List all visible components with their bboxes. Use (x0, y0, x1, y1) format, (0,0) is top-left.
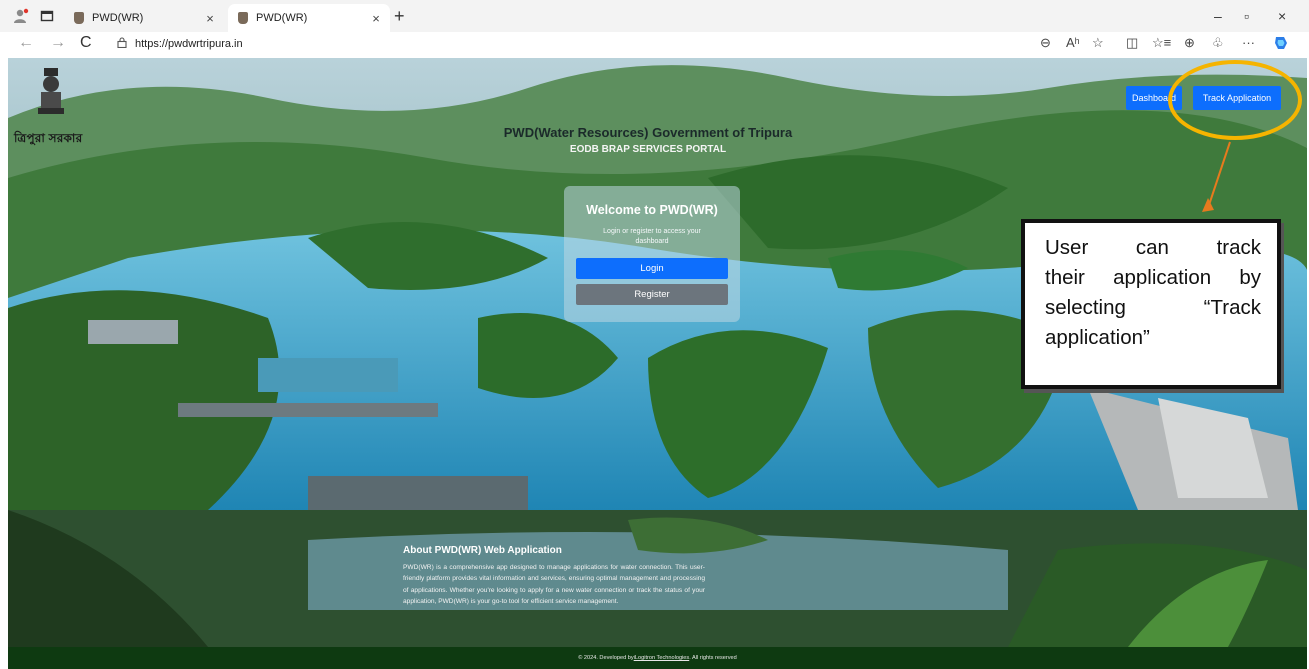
back-button[interactable]: ← (18, 34, 34, 52)
tab-title: PWD(WR) (92, 12, 144, 24)
favorites-list-icon[interactable]: ☆≡ (1152, 35, 1171, 51)
page-footer: © 2024. Developed by iLogitron Technolog… (8, 647, 1307, 669)
callout-line: selecting “Track (1045, 296, 1261, 319)
browser-tab-1[interactable]: PWD(WR) × (64, 4, 224, 32)
welcome-title: Welcome to PWD(WR) (586, 203, 718, 217)
footer-suffix: . All rights reserved (689, 655, 737, 661)
login-button[interactable]: Login (576, 258, 728, 279)
more-icon[interactable]: ··· (1242, 35, 1255, 50)
web-page: ত্রিপুরা সরকার PWD(Water Resources) Gove… (8, 58, 1307, 669)
close-window-button[interactable]: × (1278, 8, 1286, 24)
about-description: PWD(WR) is a comprehensive app designed … (403, 564, 705, 606)
collections-icon[interactable]: ⊕ (1184, 35, 1195, 51)
lock-icon[interactable] (115, 37, 129, 51)
about-section: About PWD(WR) Web Application PWD(WR) is… (8, 510, 1307, 647)
welcome-card: Welcome to PWD(WR) Login or register to … (564, 186, 740, 322)
browser-tab-bar: PWD(WR) × PWD(WR) × + – ▫ × (0, 0, 1309, 32)
developer-link[interactable]: iLogitron Technologies (634, 655, 690, 661)
tab-actions-icon[interactable] (38, 7, 56, 25)
url-field[interactable]: https://pwdwrtripura.in (105, 34, 1025, 54)
government-emblem-icon (16, 64, 88, 134)
close-icon[interactable]: × (202, 11, 218, 26)
forward-button[interactable]: → (50, 34, 66, 52)
callout-line: application” (1045, 326, 1150, 349)
read-aloud-icon[interactable]: Aʰ (1066, 35, 1080, 50)
refresh-button[interactable]: C (80, 34, 92, 52)
minimize-button[interactable]: – (1214, 8, 1222, 24)
register-button[interactable]: Register (576, 284, 728, 305)
portal-subtitle: EODB BRAP SERVICES PORTAL (569, 144, 727, 155)
about-title: About PWD(WR) Web Application (403, 545, 562, 556)
portal-title: PWD(Water Resources) Government of Tripu… (503, 125, 793, 140)
profile-icon[interactable] (12, 7, 30, 25)
callout-line: User can track (1045, 236, 1261, 259)
split-screen-icon[interactable]: ◫ (1126, 35, 1138, 51)
copilot-icon[interactable] (1272, 34, 1290, 55)
url-text: https://pwdwrtripura.in (135, 38, 243, 50)
footer-prefix: © 2024. Developed by (578, 655, 634, 661)
state-government-label: ত্রিপুরা সরকার (14, 131, 83, 145)
welcome-description: Login or register to access your dashboa… (603, 228, 701, 245)
favorite-star-icon[interactable]: ☆ (1092, 35, 1104, 51)
tab-title: PWD(WR) (256, 12, 308, 24)
close-icon[interactable]: × (368, 11, 384, 26)
zoom-icon[interactable]: ⊖ (1040, 35, 1051, 51)
extensions-icon[interactable]: ♧ (1212, 35, 1224, 51)
address-bar-row: ← → C https://pwdwrtripura.in ⊖ Aʰ ☆ ◫ ☆… (0, 32, 1309, 56)
emblem-favicon-icon (74, 12, 84, 24)
highlight-ellipse (1168, 60, 1302, 140)
callout-line: their application by (1045, 266, 1261, 289)
annotation-callout: User can track their application by sele… (1021, 219, 1281, 389)
new-tab-button[interactable]: + (394, 6, 405, 27)
emblem-favicon-icon (238, 12, 248, 24)
restore-button[interactable]: ▫ (1244, 8, 1249, 24)
browser-tab-2-active[interactable]: PWD(WR) × (228, 4, 390, 32)
